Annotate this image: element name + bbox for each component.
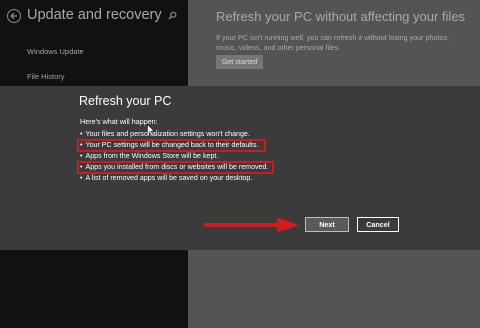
next-button[interactable]: Next — [305, 217, 349, 232]
dialog-title: Refresh your PC — [79, 94, 172, 108]
list-item: Your files and personalization settings … — [80, 130, 249, 138]
highlight-box-apps-removed — [77, 161, 274, 174]
sidebar-item-file-history[interactable]: File History — [27, 72, 65, 81]
cancel-button[interactable]: Cancel — [357, 217, 399, 232]
get-started-button[interactable]: Get started — [216, 55, 263, 69]
sidebar-item-windows-update[interactable]: Windows Update — [27, 47, 84, 56]
refresh-heading: Refresh your PC without affecting your f… — [216, 9, 466, 24]
highlight-box-settings — [77, 139, 266, 152]
list-item: Apps from the Windows Store will be kept… — [80, 152, 218, 160]
refresh-description: If your PC isn't running well, you can r… — [216, 33, 450, 52]
search-icon[interactable] — [168, 11, 177, 20]
back-button[interactable] — [7, 9, 21, 23]
list-item: A list of removed apps will be saved on … — [80, 174, 252, 182]
page-title: Update and recovery — [27, 7, 162, 23]
back-arrow-icon — [10, 12, 17, 20]
red-arrow-icon — [204, 217, 299, 233]
